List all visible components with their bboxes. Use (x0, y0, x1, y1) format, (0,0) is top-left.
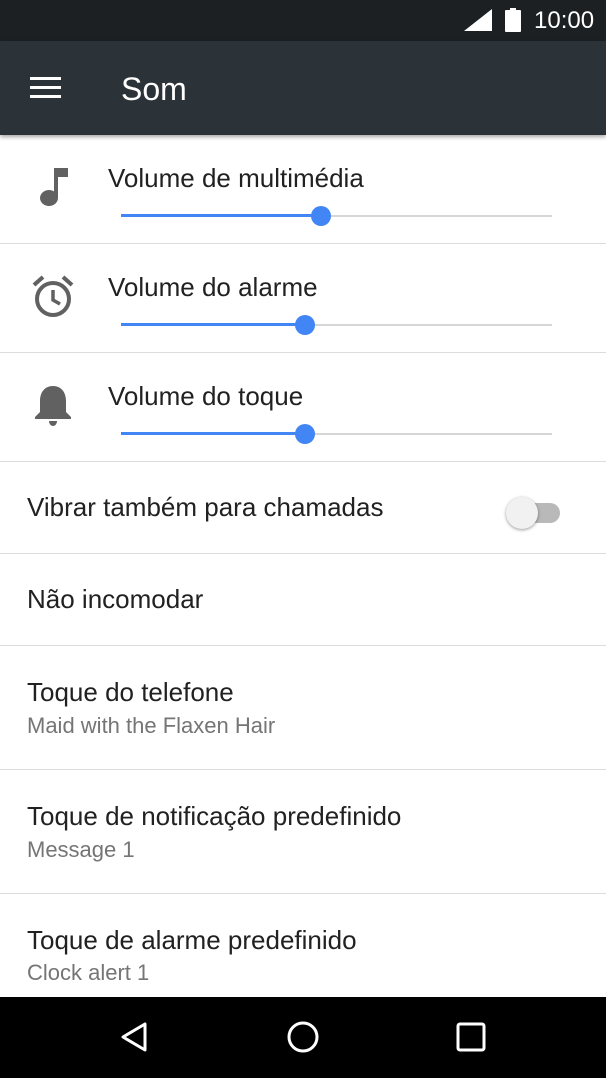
alarm-volume-slider[interactable] (121, 313, 552, 337)
alarm-volume-row: Volume do alarme (0, 244, 606, 353)
slider-thumb[interactable] (295, 315, 316, 335)
media-volume-row: Volume de multimédia (0, 135, 606, 244)
page-title: Som (121, 71, 187, 107)
phone-ringtone-value: Maid with the Flaxen Hair (27, 713, 276, 738)
notification-sound-value: Message 1 (27, 837, 135, 862)
media-volume-label: Volume de multimédia (108, 163, 364, 193)
slider-fill (121, 214, 322, 217)
ring-volume-label: Volume do toque (108, 381, 304, 411)
slider-thumb[interactable] (311, 206, 332, 226)
alarm-clock-icon (32, 275, 74, 317)
battery-icon (505, 8, 521, 32)
navigation-bar (0, 997, 606, 1078)
ring-volume-row: Volume do toque (0, 353, 606, 462)
signal-icon (464, 9, 492, 31)
home-icon[interactable] (283, 1017, 323, 1057)
settings-list[interactable]: Volume de multimédia Volume do alarme Vo… (0, 135, 606, 997)
phone-ringtone-label: Toque do telefone (27, 677, 234, 707)
status-time: 10:00 (534, 7, 595, 34)
vibrate-label: Vibrar também para chamadas (27, 492, 384, 522)
notification-sound-row[interactable]: Toque de notificação predefinido Message… (0, 770, 606, 894)
alarm-volume-label: Volume do alarme (108, 272, 318, 302)
slider-thumb[interactable] (295, 424, 316, 444)
alarm-sound-row[interactable]: Toque de alarme predefinido Clock alert … (0, 894, 606, 997)
status-bar: 10:00 (0, 0, 606, 41)
slider-fill (121, 432, 306, 435)
recents-icon[interactable] (451, 1017, 491, 1057)
alarm-sound-value: Clock alert 1 (27, 960, 150, 985)
notification-sound-label: Toque de notificação predefinido (27, 801, 402, 831)
do-not-disturb-label: Não incomodar (27, 584, 204, 614)
phone-ringtone-row[interactable]: Toque do telefone Maid with the Flaxen H… (0, 646, 606, 770)
toggle-thumb (506, 497, 538, 529)
vibrate-row[interactable]: Vibrar também para chamadas (0, 462, 606, 554)
slider-fill (121, 323, 306, 326)
music-note-icon (40, 168, 68, 206)
do-not-disturb-row[interactable]: Não incomodar (0, 554, 606, 646)
alarm-sound-label: Toque de alarme predefinido (27, 925, 357, 955)
bell-icon (35, 386, 71, 426)
hamburger-menu-icon[interactable] (30, 77, 64, 101)
app-bar: Som (0, 41, 606, 135)
back-icon[interactable] (115, 1017, 155, 1057)
vibrate-toggle[interactable] (506, 495, 562, 529)
media-volume-slider[interactable] (121, 204, 552, 228)
ring-volume-slider[interactable] (121, 422, 552, 446)
